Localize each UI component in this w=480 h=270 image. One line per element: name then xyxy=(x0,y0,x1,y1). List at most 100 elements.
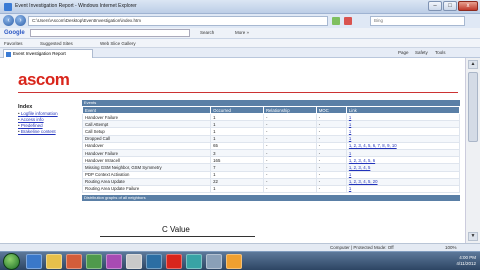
system-clock[interactable]: 4:00 PM 4/11/2012 xyxy=(456,255,476,267)
table-cell: - xyxy=(262,177,317,186)
col-header: Link xyxy=(345,106,461,114)
status-bar: Computer | Protected Mode: Off 100% xyxy=(0,243,480,251)
vertical-scrollbar[interactable]: ▲ ▼ xyxy=(465,58,480,243)
table-cell: Dropped Call xyxy=(81,134,212,143)
forward-button[interactable]: › xyxy=(15,15,26,26)
google-search-input[interactable] xyxy=(30,29,190,37)
table-row: Call Setup 1- -1 xyxy=(81,127,461,136)
table-cell: - xyxy=(262,134,317,143)
event-link-cell[interactable]: 1, 2, 3, 4, 5, 6 xyxy=(345,156,461,165)
table-row: Handover Failure 1- -1 xyxy=(81,112,461,122)
web-slice-gallery-link[interactable]: Web Slice Gallery xyxy=(100,41,136,46)
table-row: Handover 65- -1, 2, 3, 4, 5, 6, 7, 8, 9, 1… xyxy=(81,141,461,150)
minimize-button[interactable]: – xyxy=(428,1,442,11)
index-title: Index xyxy=(18,104,33,110)
table-cell: - xyxy=(262,148,317,158)
app-icon[interactable] xyxy=(206,254,222,269)
app-icon[interactable] xyxy=(106,254,122,269)
refresh-icon[interactable] xyxy=(332,17,340,25)
table-cell: 65 xyxy=(210,141,264,150)
app-icon[interactable] xyxy=(126,254,142,269)
app-icon[interactable] xyxy=(226,254,242,269)
event-link-cell[interactable]: 1 xyxy=(345,134,461,143)
table-row: Call Attempt 1- -1 xyxy=(81,120,461,129)
table-cell: - xyxy=(315,148,347,158)
back-button[interactable]: ‹ xyxy=(3,15,14,26)
event-link-cell[interactable]: 1, 2, 3, 4, 5, 6, 7, 8, 9, 10 xyxy=(345,141,461,150)
table-cell: - xyxy=(262,120,317,129)
safety-menu[interactable]: Safety xyxy=(415,50,428,55)
clock-date: 4/11/2012 xyxy=(456,261,476,266)
table-row: Handover Intracell 165- -1, 2, 3, 4, 5, 6 xyxy=(81,156,461,165)
table-cell: - xyxy=(315,177,347,186)
ie-icon xyxy=(4,3,12,11)
google-toolbar: Google Search More » xyxy=(0,28,480,39)
search-input[interactable]: Bing xyxy=(370,16,465,26)
table-cell: Routing Area Update Failure xyxy=(81,184,212,194)
address-bar: ‹ › C:\Users\Ascom\Desktop\EventInvestig… xyxy=(0,14,480,28)
table-cell: Handover Failure xyxy=(81,112,212,122)
maximize-button[interactable]: □ xyxy=(443,1,457,11)
event-link-cell[interactable]: 1, 2, 3, 4, 5, 20 xyxy=(345,177,461,186)
window-controls: – □ x xyxy=(428,1,478,11)
media-icon[interactable] xyxy=(66,254,82,269)
scroll-thumb[interactable] xyxy=(468,72,478,142)
event-link-cell[interactable]: 1 xyxy=(345,112,461,122)
table-cell: - xyxy=(262,127,317,136)
scroll-down-icon[interactable]: ▼ xyxy=(468,232,478,241)
table-cell: Call Attempt xyxy=(81,120,212,129)
stop-icon[interactable] xyxy=(344,17,352,25)
table-cell: - xyxy=(262,170,317,179)
event-link-cell[interactable]: 1 xyxy=(345,148,461,158)
start-button[interactable] xyxy=(3,253,20,270)
index-link[interactable]: Brakeline content xyxy=(18,129,58,135)
url-input[interactable]: C:\Users\Ascom\Desktop\EventInvestigatio… xyxy=(28,16,328,26)
chart-caption: C Value xyxy=(162,225,190,234)
folder-icon[interactable] xyxy=(46,254,62,269)
table-cell: 22 xyxy=(210,177,264,186)
app-icon[interactable] xyxy=(166,254,182,269)
table-cell: 165 xyxy=(210,156,264,165)
event-link-cell[interactable]: 1 xyxy=(345,120,461,129)
app-icon[interactable] xyxy=(86,254,102,269)
events-section: Events Event Occurred Relationship MOC L… xyxy=(81,100,461,202)
table-cell: PDP Context Activation xyxy=(81,170,212,179)
table-row: Routing Area Update 22- -1, 2, 3, 4, 5, 20 xyxy=(81,177,461,186)
zoom-level[interactable]: 100% xyxy=(445,245,457,250)
table-cell: 1 xyxy=(210,127,264,136)
scroll-up-icon[interactable]: ▲ xyxy=(468,60,478,69)
chart-divider xyxy=(100,236,255,237)
col-header: Relationship xyxy=(262,106,317,114)
table-cell: 1 xyxy=(210,112,264,122)
table-row: Dropped Call 1- -1 xyxy=(81,134,461,143)
table-cell: - xyxy=(315,141,347,150)
table-cell: - xyxy=(315,170,347,179)
favorites-button[interactable]: Favorites xyxy=(4,41,23,46)
table-cell: - xyxy=(315,163,347,172)
page-menu[interactable]: Page xyxy=(398,50,409,55)
table-cell: 1 xyxy=(210,120,264,129)
tools-menu[interactable]: Tools xyxy=(435,50,446,55)
table-cell: Handover Failure xyxy=(81,148,212,158)
event-link-cell[interactable]: 1 xyxy=(345,170,461,179)
taskbar: 4:00 PM 4/11/2012 xyxy=(0,251,480,270)
app-icon[interactable] xyxy=(186,254,202,269)
event-link-cell[interactable]: 1 xyxy=(345,127,461,136)
event-link-cell[interactable]: 1 xyxy=(345,184,461,194)
table-cell: Routing Area Update xyxy=(81,177,212,186)
suggested-sites-link[interactable]: Suggested Sites xyxy=(40,41,73,46)
command-bar: Event Investigation Report Page Safety T… xyxy=(0,48,480,58)
favorites-bar: Favorites Suggested Sites Web Slice Gall… xyxy=(0,39,480,48)
event-link-cell[interactable]: 1, 2, 3, 4, 5 xyxy=(345,163,461,172)
google-search-button[interactable]: Search xyxy=(200,30,214,35)
table-cell: - xyxy=(315,184,347,194)
ie-taskbar-icon[interactable] xyxy=(26,254,42,269)
table-cell: - xyxy=(315,120,347,129)
close-button[interactable]: x xyxy=(458,1,478,11)
window-title: Event Investigation Report - Windows Int… xyxy=(15,3,137,9)
title-bar: Event Investigation Report - Windows Int… xyxy=(0,0,480,14)
tab-event-report[interactable]: Event Investigation Report xyxy=(3,49,93,58)
google-more-button[interactable]: More » xyxy=(235,30,249,35)
table-row: Routing Area Update Failure 1- -1 xyxy=(81,184,461,194)
app-icon[interactable] xyxy=(146,254,162,269)
